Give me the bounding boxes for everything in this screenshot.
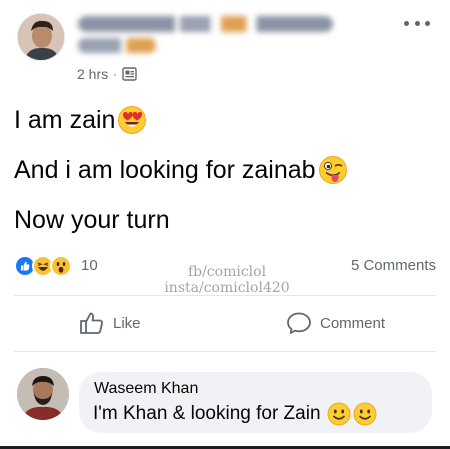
post-text: I am zain And i am looking for zainab No…: [14, 95, 434, 245]
smiling-emoji: [353, 402, 377, 426]
post-line-text: And i am looking for zainab: [14, 156, 316, 184]
speech-bubble-icon: [287, 312, 311, 334]
comment-label: Comment: [320, 314, 386, 332]
wow-reaction-icon: [50, 255, 72, 277]
post-time[interactable]: 2 hrs: [77, 66, 108, 82]
post-header: 2 hrs ·: [0, 0, 450, 90]
author-name-blurred[interactable]: [78, 14, 340, 56]
comment-bubble[interactable]: Waseem Khan I'm Khan & looking for Zain: [79, 372, 432, 433]
like-label: Like: [113, 314, 141, 332]
action-bar: Like Comment: [14, 306, 436, 340]
reaction-icons[interactable]: [14, 255, 72, 277]
divider: [14, 295, 436, 296]
divider: [14, 351, 436, 352]
post-line-1: I am zain: [14, 95, 434, 145]
watermark-line-2: insta/comiclol420: [164, 280, 290, 296]
watermark-line-1: fb/comiclol: [187, 264, 267, 280]
meta-separator: ·: [113, 67, 118, 81]
public-page-icon: [122, 67, 137, 81]
commenter-avatar[interactable]: [17, 368, 69, 420]
comments-count[interactable]: 5 Comments: [351, 257, 436, 274]
smiling-emoji: [327, 402, 351, 426]
reaction-count[interactable]: 10: [81, 257, 98, 274]
post-line-3: Now your turn: [14, 195, 434, 245]
thumbs-up-icon: [80, 312, 103, 334]
comment: Waseem Khan I'm Khan & looking for Zain: [0, 360, 450, 449]
heart-eyes-emoji: [118, 106, 147, 134]
comment-button[interactable]: Comment: [286, 306, 385, 340]
post-line-text: Now your turn: [14, 206, 170, 234]
comment-text-content: I'm Khan & looking for Zain: [93, 403, 321, 424]
post-meta: 2 hrs ·: [77, 64, 137, 84]
winking-tongue-emoji: [318, 156, 347, 184]
comment-text: I'm Khan & looking for Zain: [93, 402, 377, 426]
author-avatar[interactable]: [17, 13, 65, 61]
more-options-icon[interactable]: [404, 17, 430, 29]
watermark: fb/comiclol insta/comiclol420: [146, 264, 308, 296]
like-button[interactable]: Like: [79, 306, 141, 340]
post-line-text: I am zain: [14, 106, 116, 134]
commenter-name[interactable]: Waseem Khan: [94, 380, 198, 398]
post-line-2: And i am looking for zainab: [14, 145, 434, 195]
